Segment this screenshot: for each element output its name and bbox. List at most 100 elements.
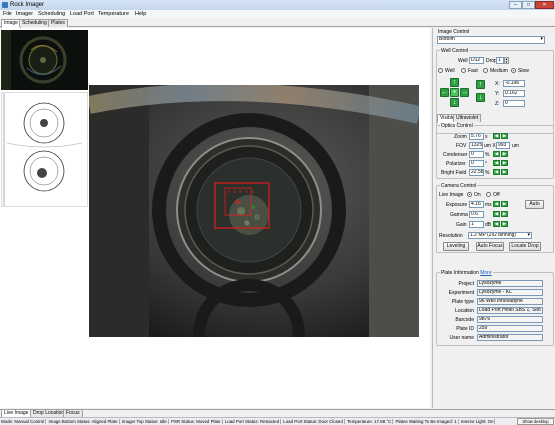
condenser-decrease-icon[interactable]: ◀ (493, 151, 500, 157)
move-down-arrow-icon[interactable]: ↓ (450, 98, 459, 107)
status-mode: Mode: Manual Control (0, 419, 47, 424)
polarizer-increase-icon[interactable]: ▶ (501, 160, 508, 166)
status-temperature: Temperature: 17.88 °C (346, 419, 394, 424)
polarizer-label: Polarizer (446, 161, 466, 167)
auto-focus-button[interactable]: Auto Focus (476, 242, 504, 251)
plate-info-more-link[interactable]: More (480, 270, 491, 276)
live-image-label: Live Image (439, 192, 464, 198)
x-label: X: (495, 81, 500, 87)
polarizer-decrease-icon[interactable]: ◀ (493, 160, 500, 166)
exposure-field[interactable]: 4.16 (469, 201, 484, 208)
gain-decrease-icon[interactable]: ◀ (493, 221, 500, 227)
show-desktop-button[interactable]: Show desktop (517, 418, 554, 425)
fov-width-field[interactable]: 1325 (469, 142, 483, 149)
condenser-unit: % (485, 152, 490, 158)
close-button[interactable]: ✕ (535, 1, 554, 9)
leveling-button[interactable]: Leveling (443, 242, 469, 251)
polarizer-field[interactable]: 0 (469, 160, 484, 167)
menu-file[interactable]: File (3, 11, 12, 17)
speed-label-slow: Slow (518, 68, 529, 74)
polarizer-unit: ° (485, 161, 487, 167)
speed-radio-well[interactable] (438, 68, 443, 73)
bright-field-field[interactable]: 22.58 (469, 169, 484, 176)
drop-edge-thumbnail[interactable] (1, 92, 88, 207)
plate-row-label: Location (455, 308, 474, 314)
move-right-arrow-icon[interactable]: → (460, 88, 469, 97)
plate-row-value: Lysozyme - KL (477, 289, 543, 296)
bright-field-label: Bright Field (441, 170, 467, 176)
bright-field-unit: % (485, 170, 490, 176)
resolution-select[interactable]: 1.2 MP (2x2 binning) (468, 232, 532, 239)
tab-image[interactable]: Image (1, 19, 21, 28)
exposure-unit: ms (485, 202, 492, 208)
speed-radio-slow[interactable] (511, 68, 516, 73)
condenser-field[interactable]: 0 (469, 151, 484, 158)
live-image-view[interactable]: x x x x x (89, 85, 419, 337)
gamma-decrease-icon[interactable]: ◀ (493, 211, 500, 217)
z-position-field[interactable]: 0 (503, 100, 525, 107)
menu-imager[interactable]: Imager (16, 11, 33, 17)
tab-scheduling[interactable]: Scheduling (19, 19, 50, 27)
status-load-port-door: Load Port Status: Door Closed (282, 419, 345, 424)
well-overview-thumbnail[interactable] (1, 30, 88, 90)
move-up-arrow-icon[interactable]: ↑ (450, 78, 459, 87)
status-psr: PSR Status: Moved Plate (170, 419, 223, 424)
exposure-increase-icon[interactable]: ▶ (501, 201, 508, 207)
bright-field-increase-icon[interactable]: ▶ (501, 169, 508, 175)
gain-field[interactable]: 1 (469, 221, 484, 228)
plate-row-label: Experiment (448, 290, 474, 296)
menu-help[interactable]: Help (135, 11, 146, 17)
bright-field-decrease-icon[interactable]: ◀ (493, 169, 500, 175)
camera-control-title: Camera Control (440, 183, 478, 189)
app-icon (2, 2, 8, 8)
image-control-title: Image Control (438, 29, 470, 35)
status-interior-light: Interior Light: On (459, 419, 496, 424)
zoom-increase-icon[interactable]: ▶ (501, 133, 508, 139)
menu-load-port[interactable]: Load Port (70, 11, 94, 17)
exposure-decrease-icon[interactable]: ◀ (493, 201, 500, 207)
y-position-field[interactable]: 0.162 (503, 90, 525, 97)
optics-control-title: Optics Control (440, 123, 474, 129)
maximize-button[interactable]: □ (522, 1, 535, 9)
condenser-label: Condenser (443, 152, 468, 158)
menu-temperature[interactable]: Temperature (98, 11, 129, 17)
locate-drop-button[interactable]: Locate Drop (509, 242, 541, 251)
auto-exposure-button[interactable]: Auto (525, 200, 544, 209)
move-center-icon[interactable]: • (450, 88, 459, 97)
zoom-field[interactable]: 5.76 (469, 133, 484, 140)
menu-bar: File Imager Scheduling Load Port Tempera… (0, 10, 555, 18)
live-on-radio[interactable] (467, 192, 472, 197)
status-image-bottom: Image Bottom Status: Aligned Plate (47, 419, 120, 424)
z-down-arrow-icon[interactable]: ↓ (476, 93, 485, 102)
fov-height-field[interactable]: 993 (496, 142, 510, 149)
zoom-unit: x (485, 134, 488, 140)
tab-ultraviolet[interactable]: Ultraviolet (453, 114, 482, 122)
speed-radio-fast[interactable] (461, 68, 466, 73)
live-on-label: On (474, 192, 481, 198)
gain-increase-icon[interactable]: ▶ (501, 221, 508, 227)
condenser-increase-icon[interactable]: ▶ (501, 151, 508, 157)
live-off-radio[interactable] (486, 192, 491, 197)
move-left-arrow-icon[interactable]: ← (440, 88, 449, 97)
menu-scheduling[interactable]: Scheduling (38, 11, 65, 17)
plate-row-value: 259 (477, 325, 543, 332)
gamma-field[interactable]: 0.6 (469, 211, 484, 218)
drop-input[interactable]: 1 (496, 57, 504, 64)
image-source-select[interactable]: Bottom (437, 36, 545, 44)
drop-spinner[interactable]: ▴ ▾ (504, 57, 509, 64)
well-input[interactable]: D12 (469, 57, 484, 64)
minimize-button[interactable]: – (509, 1, 522, 9)
speed-radio-medium[interactable] (483, 68, 488, 73)
right-control-panel: Image Control Bottom Well Control Well D… (432, 28, 555, 408)
plate-row-label: Plate ID (456, 326, 474, 332)
plate-row-label: Plate type (451, 299, 474, 305)
gamma-increase-icon[interactable]: ▶ (501, 211, 508, 217)
z-up-arrow-icon[interactable]: ↑ (476, 80, 485, 89)
x-position-field[interactable]: -0.196 (503, 80, 525, 87)
speed-label-well: Well (445, 68, 455, 74)
tab-plates[interactable]: Plates (48, 19, 68, 27)
speed-label-fast: Fast (468, 68, 478, 74)
top-tab-bar: Image Scheduling Plates (0, 18, 555, 28)
zoom-decrease-icon[interactable]: ◀ (493, 133, 500, 139)
exposure-label: Exposure (446, 202, 468, 208)
